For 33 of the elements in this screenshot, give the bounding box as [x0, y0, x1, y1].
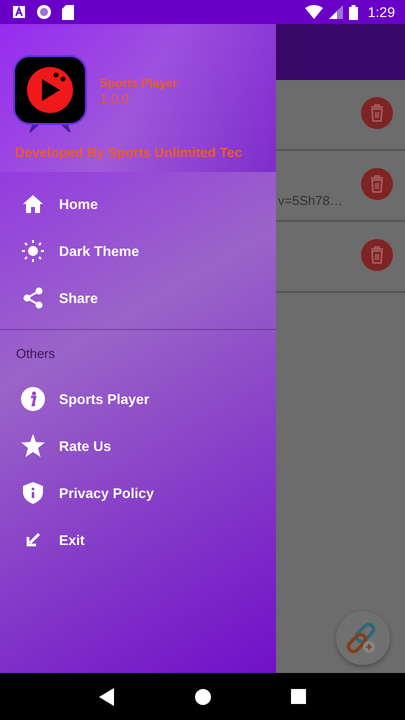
star-icon [21, 434, 45, 457]
share-icon [23, 286, 43, 308]
delete-icon[interactable] [361, 238, 393, 270]
menu-item[interactable]: Dark Theme [0, 227, 276, 274]
sun-icon [22, 240, 44, 262]
delete-icon[interactable] [361, 168, 393, 200]
link-text: v=5Sh78… [278, 193, 343, 208]
menu-item[interactable]: Privacy Policy [0, 469, 276, 516]
menu-item[interactable]: Rate Us [0, 422, 276, 469]
shield-icon [23, 482, 43, 504]
recents-icon[interactable] [290, 689, 306, 704]
menu-item[interactable]: Sports Player [0, 375, 276, 422]
app-version: 1.0.0 [100, 91, 130, 106]
delete-icon[interactable] [361, 96, 393, 128]
add-link-button[interactable] [336, 611, 390, 665]
sd-card-icon [62, 4, 74, 20]
section-title: Others [15, 345, 56, 363]
record-icon [36, 4, 52, 20]
arrow-icon [26, 532, 40, 546]
status-time: 1:29 [368, 4, 395, 20]
home-icon [22, 194, 44, 214]
info-icon [21, 386, 45, 410]
back-icon[interactable] [99, 688, 116, 706]
home-button-icon[interactable] [194, 688, 212, 706]
menu-item[interactable]: Home [0, 180, 276, 227]
menu-item[interactable]: Exit [0, 516, 276, 563]
notification-icon [12, 5, 26, 19]
developer-text: Developed By Sports Unlimited Tec [15, 145, 244, 160]
menu-item[interactable]: Share [0, 274, 276, 321]
app-name: Sports Player [100, 76, 178, 90]
battery-icon [348, 4, 358, 20]
signal-icon [328, 5, 343, 19]
wifi-icon [304, 5, 323, 19]
